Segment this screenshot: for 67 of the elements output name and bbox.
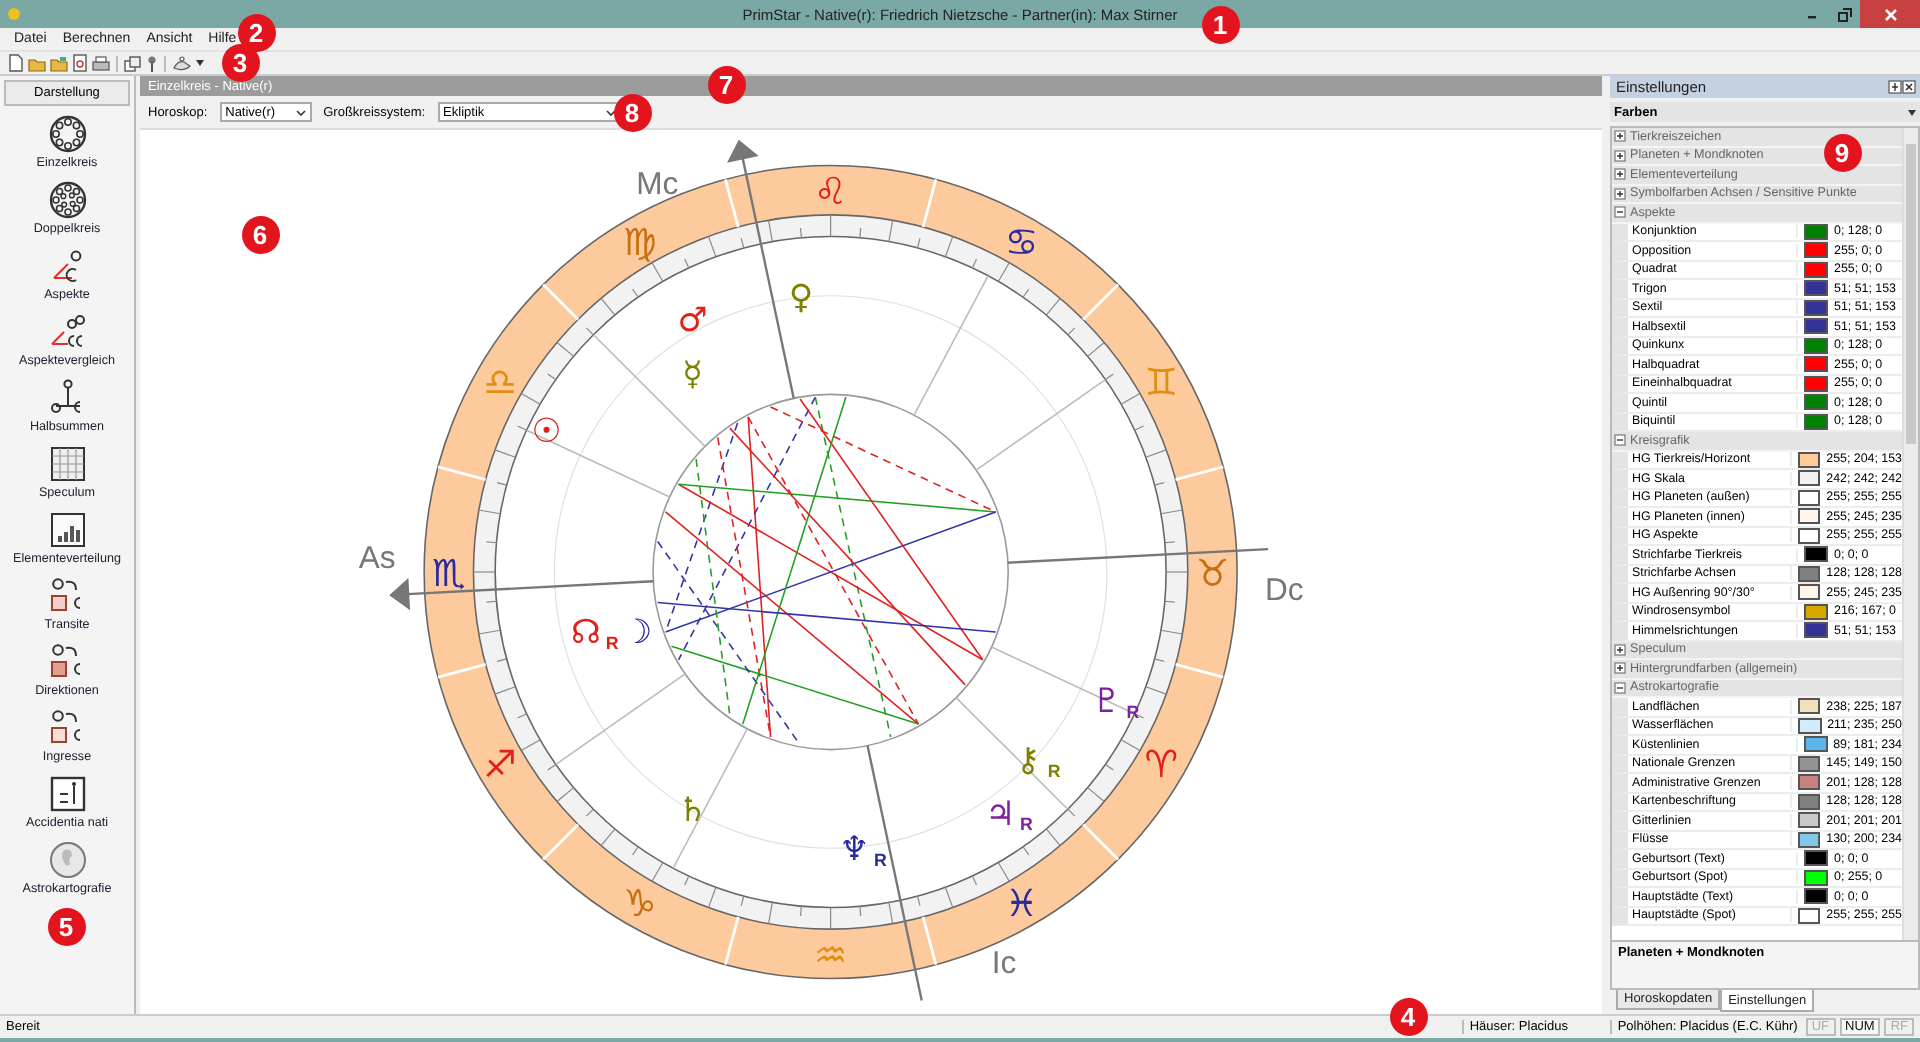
new-file-icon[interactable] (8, 54, 24, 72)
planet-symbol: ☿ (682, 352, 703, 393)
planet-symbol: ♇ (1091, 680, 1122, 721)
planet-symbol: ♀ (788, 275, 814, 316)
expand-icon[interactable] (1614, 662, 1626, 675)
ring-wheel-icon (47, 114, 87, 154)
restore-icon (1837, 7, 1851, 21)
framed-symbol-icon (47, 774, 87, 814)
planet-symbol: ⚷ (1015, 739, 1041, 780)
bar-chart-icon (47, 510, 87, 550)
document-preview-icon[interactable] (72, 54, 88, 72)
zodiac-sign: ♌ (813, 172, 848, 214)
caret-icon (605, 109, 616, 115)
zodiac-sign: ♎ (483, 362, 517, 405)
grid-table-icon (47, 444, 87, 484)
collapse-icon[interactable] (1614, 434, 1626, 447)
axis-label: Dc (1264, 573, 1304, 608)
zodiac-sign: ♏ (432, 553, 466, 596)
scrollbar-thumb[interactable] (1906, 144, 1916, 444)
planet-symbol: ☊ (571, 611, 601, 652)
planet-symbol: ☉ (531, 409, 562, 450)
planet-symbol: ♂ (677, 299, 708, 340)
axis-label: As (358, 542, 396, 576)
planet-symbol: ♄ (677, 788, 708, 829)
aspect-compare-icon (47, 312, 87, 352)
number-marker: 7 (707, 65, 745, 103)
zodiac-sign: ♍ (622, 223, 657, 266)
expand-icon[interactable] (1614, 643, 1626, 656)
close-button[interactable] (1860, 0, 1920, 28)
app-icon (8, 8, 20, 20)
zodiac-sign: ♉ (1195, 553, 1230, 596)
zodiac-sign: ♈ (1144, 744, 1179, 787)
retrograde-mark: R (1047, 761, 1061, 782)
expand-icon[interactable] (1614, 187, 1626, 200)
collapse-icon[interactable] (1614, 206, 1626, 219)
planet-symbol: ☽ (622, 611, 653, 652)
caret-icon (295, 109, 306, 115)
collapse-icon[interactable] (1614, 681, 1626, 694)
zodiac-sign: ♋ (1004, 223, 1039, 266)
expand-icon[interactable] (1614, 168, 1626, 181)
retrograde-mark: R (1126, 702, 1140, 722)
folder-icon[interactable] (50, 55, 68, 71)
expand-icon[interactable] (1614, 149, 1626, 162)
planet-symbol: ♃ (985, 792, 1016, 833)
expand-icon[interactable] (1614, 130, 1626, 143)
number-marker: 3 (221, 43, 259, 81)
retrograde-mark: R (605, 632, 619, 653)
planet-symbol: ♆ (839, 828, 870, 869)
axis-label: Mc (636, 168, 679, 203)
zodiac-sign: ♒ (813, 935, 848, 978)
retrograde-mark: R (1020, 814, 1033, 835)
scrollbar[interactable] (1902, 128, 1918, 940)
caret-icon[interactable] (196, 60, 204, 66)
caret-icon (1908, 109, 1916, 115)
axis-label: Ic (991, 947, 1017, 982)
close-icon (1883, 7, 1897, 21)
globe-icon (47, 840, 87, 880)
printer-icon[interactable] (92, 55, 110, 71)
folder-icon[interactable] (28, 55, 46, 71)
close-icon[interactable] (1902, 80, 1916, 94)
zodiac-sign: ♑ (622, 884, 657, 927)
double-ring-wheel-icon (47, 180, 87, 220)
retrograde-mark: R (874, 850, 887, 870)
zodiac-sign: ♊ (1144, 362, 1179, 405)
zodiac-sign: ♓ (1004, 884, 1039, 927)
windows-icon[interactable] (124, 55, 142, 71)
zodiac-sign: ♐ (483, 744, 517, 787)
